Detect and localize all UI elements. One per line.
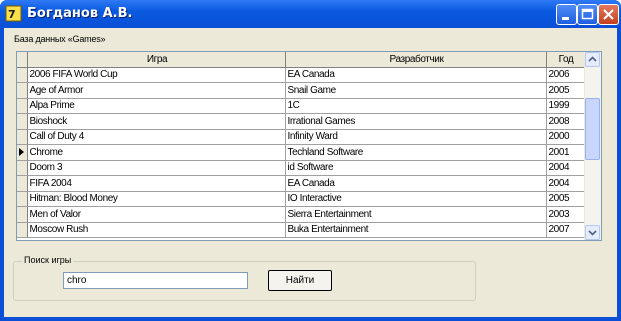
cell-developer[interactable]: Techland Software bbox=[285, 144, 547, 161]
row-indicator[interactable] bbox=[17, 206, 28, 223]
cell-year[interactable]: 2000 bbox=[546, 129, 585, 145]
cell-game[interactable]: Hitman: Blood Money bbox=[27, 191, 286, 207]
indicator-header bbox=[17, 52, 28, 68]
table-row[interactable]: Chrome Techland Software 2001 bbox=[17, 144, 585, 161]
cell-developer[interactable]: EA Canada bbox=[285, 67, 547, 83]
cell-year[interactable]: 2004 bbox=[546, 175, 585, 192]
cell-developer[interactable]: Infinity Ward bbox=[285, 129, 547, 145]
table-row[interactable]: Call of Duty 4 Infinity Ward 2000 bbox=[17, 129, 585, 145]
table-row[interactable]: Hitman: Blood Money IO Interactive 2005 bbox=[17, 191, 585, 207]
close-icon bbox=[603, 9, 614, 20]
chevron-up-icon bbox=[588, 56, 597, 62]
row-indicator[interactable] bbox=[17, 144, 28, 161]
row-indicator[interactable] bbox=[17, 160, 28, 176]
svg-text:7: 7 bbox=[8, 8, 16, 21]
cell-developer[interactable]: Sierra Entertainment bbox=[285, 206, 547, 223]
row-indicator[interactable] bbox=[17, 222, 28, 238]
column-header-year[interactable]: Год bbox=[546, 52, 585, 68]
row-indicator[interactable] bbox=[17, 67, 28, 83]
games-table: Игра Разработчик Год 2006 FIFA World Cup… bbox=[17, 52, 585, 238]
row-indicator[interactable] bbox=[17, 191, 28, 207]
scroll-up-button[interactable] bbox=[585, 52, 600, 67]
cell-year[interactable]: 2005 bbox=[546, 191, 585, 207]
cell-game[interactable]: Alpa Prime bbox=[27, 98, 286, 114]
cell-game[interactable]: Age of Armor bbox=[27, 82, 286, 99]
row-indicator[interactable] bbox=[17, 98, 28, 114]
table-row[interactable]: FIFA 2004 EA Canada 2004 bbox=[17, 175, 585, 192]
maximize-icon bbox=[581, 8, 594, 20]
cell-developer[interactable]: Buka Entertainment bbox=[285, 222, 547, 238]
column-header-developer[interactable]: Разработчик bbox=[285, 52, 547, 68]
table-row[interactable]: Men of Valor Sierra Entertainment 2003 bbox=[17, 206, 585, 223]
cell-year[interactable]: 2003 bbox=[546, 206, 585, 223]
minimize-button[interactable] bbox=[556, 4, 577, 25]
cell-game[interactable]: Call of Duty 4 bbox=[27, 129, 286, 145]
cell-game[interactable]: Men of Valor bbox=[27, 206, 286, 223]
cell-developer[interactable]: 1С bbox=[285, 98, 547, 114]
database-label: База данных «Games» bbox=[14, 34, 106, 44]
scroll-thumb[interactable] bbox=[585, 98, 600, 160]
cell-year[interactable]: 2005 bbox=[546, 82, 585, 99]
title-bar[interactable]: 7 Богданов А.В. bbox=[0, 0, 621, 28]
cell-developer[interactable]: IO Interactive bbox=[285, 191, 547, 207]
row-indicator[interactable] bbox=[17, 113, 28, 130]
cell-developer[interactable]: Snail Game bbox=[285, 82, 547, 99]
table-row[interactable]: Bioshock Irrational Games 2008 bbox=[17, 113, 585, 130]
cell-year[interactable]: 2001 bbox=[546, 144, 585, 161]
close-button[interactable] bbox=[598, 4, 619, 25]
column-header-game[interactable]: Игра bbox=[27, 52, 286, 68]
current-row-arrow-icon bbox=[19, 148, 24, 156]
cell-developer[interactable]: EA Canada bbox=[285, 175, 547, 192]
app-window: 7 Богданов А.В. База данных «Games» Игра… bbox=[0, 0, 621, 321]
table-row[interactable]: 2006 FIFA World Cup EA Canada 2006 bbox=[17, 67, 585, 83]
cell-developer[interactable]: id Software bbox=[285, 160, 547, 176]
vertical-scrollbar[interactable] bbox=[584, 52, 601, 240]
games-grid[interactable]: Игра Разработчик Год 2006 FIFA World Cup… bbox=[16, 51, 602, 241]
minimize-icon bbox=[562, 17, 569, 20]
search-group-label: Поиск игры bbox=[22, 255, 74, 265]
cell-year[interactable]: 2007 bbox=[546, 222, 585, 238]
scroll-down-button[interactable] bbox=[585, 225, 600, 240]
row-indicator[interactable] bbox=[17, 175, 28, 192]
chevron-down-icon bbox=[588, 230, 597, 236]
window-title: Богданов А.В. bbox=[27, 6, 133, 21]
cell-year[interactable]: 2006 bbox=[546, 67, 585, 83]
cell-game[interactable]: FIFA 2004 bbox=[27, 175, 286, 192]
cell-game[interactable]: Chrome bbox=[27, 144, 286, 161]
cell-game[interactable]: 2006 FIFA World Cup bbox=[27, 67, 286, 83]
cell-game[interactable]: Moscow Rush bbox=[27, 222, 286, 238]
table-row[interactable]: Doom 3 id Software 2004 bbox=[17, 160, 585, 176]
cell-year[interactable]: 2004 bbox=[546, 160, 585, 176]
form-client-area: База данных «Games» Игра Разработчик Год… bbox=[4, 28, 617, 317]
table-row[interactable]: Age of Armor Snail Game 2005 bbox=[17, 82, 585, 99]
table-row[interactable]: Moscow Rush Buka Entertainment 2007 bbox=[17, 222, 585, 238]
maximize-button[interactable] bbox=[577, 4, 598, 25]
cell-year[interactable]: 2008 bbox=[546, 113, 585, 130]
app-icon: 7 bbox=[5, 5, 22, 22]
search-input[interactable] bbox=[63, 272, 248, 289]
find-button[interactable]: Найти bbox=[268, 270, 332, 291]
row-indicator[interactable] bbox=[17, 129, 28, 145]
row-indicator[interactable] bbox=[17, 82, 28, 99]
table-row[interactable]: Alpa Prime 1С 1999 bbox=[17, 98, 585, 114]
header-row: Игра Разработчик Год bbox=[17, 52, 585, 68]
cell-game[interactable]: Doom 3 bbox=[27, 160, 286, 176]
cell-year[interactable]: 1999 bbox=[546, 98, 585, 114]
cell-developer[interactable]: Irrational Games bbox=[285, 113, 547, 130]
cell-game[interactable]: Bioshock bbox=[27, 113, 286, 130]
